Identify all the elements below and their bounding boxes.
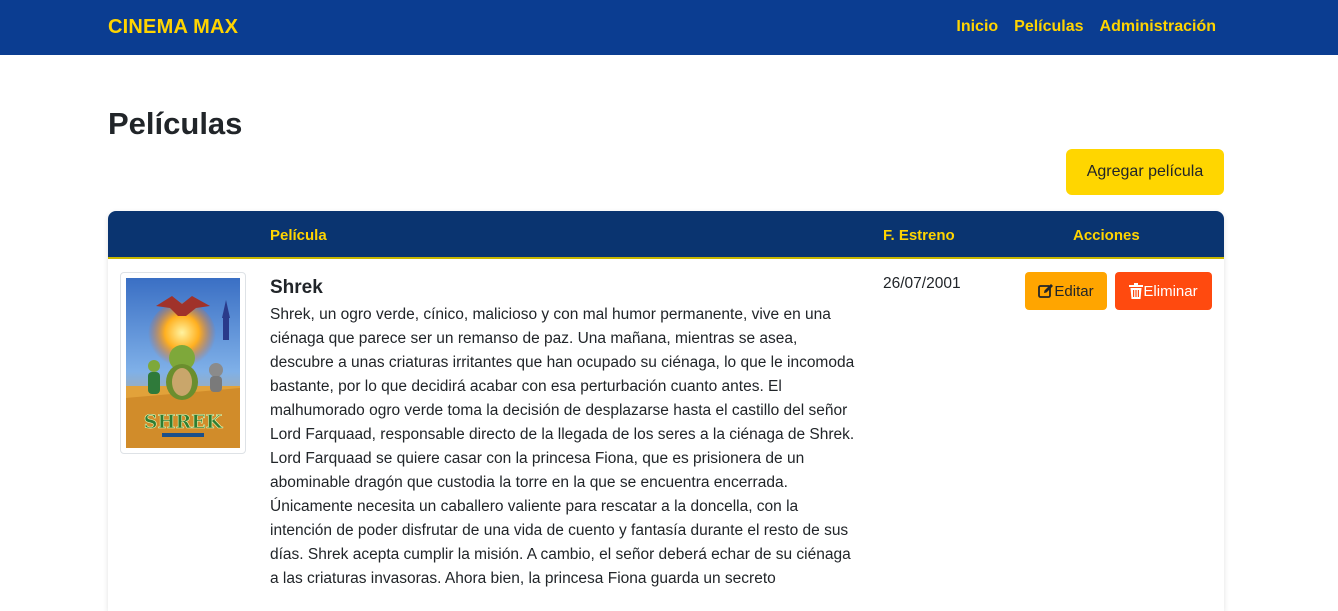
movies-table: Película F. Estreno Acciones SHREK Shrek… (108, 211, 1224, 611)
nav-link-administracion[interactable]: Administración (1100, 18, 1216, 36)
edit-button[interactable]: Editar (1025, 272, 1107, 310)
brand-logo[interactable]: CINEMA MAX (108, 16, 238, 39)
add-movie-button[interactable]: Agregar película (1066, 149, 1224, 195)
movie-poster-image: SHREK (126, 278, 240, 448)
movie-title: Shrek (270, 277, 323, 298)
table-header: Película F. Estreno Acciones (108, 211, 1224, 259)
movie-description: Shrek, un ogro verde, cínico, malicioso … (270, 306, 855, 587)
page-title: Películas (108, 106, 243, 141)
column-header-movie: Película (270, 227, 327, 244)
nav-links: Inicio Películas Administración (956, 18, 1216, 36)
poster-title-text: SHREK (144, 411, 224, 433)
release-date: 26/07/2001 (883, 275, 961, 292)
nav-link-inicio[interactable]: Inicio (956, 18, 998, 36)
pencil-square-icon (1038, 284, 1054, 298)
navbar: CINEMA MAX Inicio Películas Administraci… (0, 0, 1338, 55)
column-header-actions: Acciones (1073, 227, 1140, 244)
delete-button-label: Eliminar (1143, 282, 1198, 300)
edit-button-label: Editar (1054, 282, 1094, 300)
delete-button[interactable]: Eliminar (1115, 272, 1212, 310)
movie-poster-frame: SHREK (120, 272, 246, 454)
column-header-release-date: F. Estreno (883, 227, 955, 244)
trash-icon (1129, 283, 1144, 299)
nav-link-peliculas[interactable]: Películas (1014, 18, 1083, 36)
